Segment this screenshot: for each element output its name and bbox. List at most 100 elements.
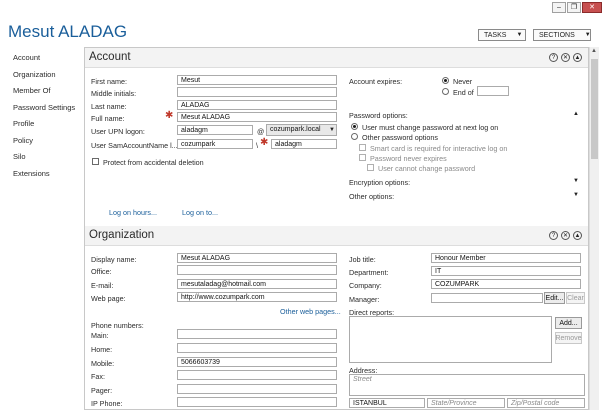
email-label: E-mail: <box>91 281 114 290</box>
chevron-down-icon: ▼ <box>516 32 523 38</box>
zip-field[interactable]: Zip/Postal code <box>507 398 585 408</box>
nav-item-silo[interactable]: Silo <box>13 152 75 169</box>
collapse-icon[interactable]: ▲ <box>573 53 582 62</box>
content-panel: Account ? ✕ ▲ First name: Mesut Middle i… <box>84 47 589 410</box>
vertical-scrollbar[interactable]: ▲ <box>589 47 599 410</box>
required-asterisk-icon: ✱ <box>165 110 174 121</box>
main-phone-field[interactable] <box>177 329 337 339</box>
scroll-thumb[interactable] <box>591 59 598 159</box>
sections-button[interactable]: SECTIONS ▼ <box>533 29 591 41</box>
account-section-title: Account <box>89 51 131 63</box>
department-field[interactable]: IT <box>431 266 581 276</box>
expires-never-radio[interactable] <box>442 77 449 84</box>
nav-item-organization[interactable]: Organization <box>13 70 75 87</box>
restore-icon[interactable]: ❐ <box>567 2 581 13</box>
sam-domain-field[interactable]: cozumpark <box>177 139 253 149</box>
account-section-header: Account ? ✕ ▲ <box>85 48 588 68</box>
organization-section-title: Organization <box>89 229 155 241</box>
password-never-expires-label: Password never expires <box>370 154 447 163</box>
job-title-field[interactable]: Honour Member <box>431 253 581 263</box>
help-icon[interactable]: ? <box>549 53 558 62</box>
full-name-label: Full name: <box>91 114 125 123</box>
expires-end-of-label: End of <box>453 88 474 97</box>
scroll-up-icon[interactable]: ▲ <box>591 48 597 54</box>
office-field[interactable] <box>177 265 337 275</box>
manager-edit-button[interactable]: Edit... <box>544 292 565 304</box>
fax-field[interactable] <box>177 370 337 380</box>
must-change-password-label: User must change password at next log on <box>362 123 499 132</box>
phone-numbers-label: Phone numbers: <box>91 321 144 330</box>
first-name-label: First name: <box>91 77 127 86</box>
web-page-field[interactable]: http://www.cozumpark.com <box>177 292 337 302</box>
street-placeholder: Street <box>353 376 372 383</box>
smart-card-checkbox[interactable] <box>359 144 366 151</box>
company-field[interactable]: COZUMPARK <box>431 279 581 289</box>
display-name-field[interactable]: Mesut ALADAG <box>177 253 337 263</box>
chevron-down-icon[interactable]: ▼ <box>573 192 579 198</box>
home-phone-field[interactable] <box>177 343 337 353</box>
first-name-field[interactable]: Mesut <box>177 75 337 85</box>
city-field[interactable]: ISTANBUL <box>349 398 425 408</box>
sam-account-label: User SamAccountName l... <box>91 141 178 150</box>
window-title: Mesut ALADAG <box>8 22 128 41</box>
direct-reports-list[interactable] <box>349 316 552 363</box>
ip-phone-field[interactable] <box>177 397 337 407</box>
help-icon[interactable]: ? <box>549 231 558 240</box>
nav-item-member-of[interactable]: Member Of <box>13 86 75 103</box>
upn-field[interactable]: aladagm <box>177 125 253 135</box>
nav-item-policy[interactable]: Policy <box>13 136 75 153</box>
mobile-label: Mobile: <box>91 359 115 368</box>
close-section-icon[interactable]: ✕ <box>561 231 570 240</box>
encryption-options-label: Encryption options: <box>349 178 411 187</box>
tasks-button[interactable]: TASKS ▼ <box>478 29 526 41</box>
other-password-options-radio[interactable] <box>351 133 358 140</box>
close-section-icon[interactable]: ✕ <box>561 53 570 62</box>
last-name-field[interactable]: ALADAG <box>177 100 337 110</box>
nav-item-profile[interactable]: Profile <box>13 119 75 136</box>
log-on-to-link[interactable]: Log on to... <box>182 208 218 217</box>
department-label: Department: <box>349 268 389 277</box>
state-field[interactable]: State/Province <box>427 398 505 408</box>
tasks-label: TASKS <box>484 31 507 39</box>
nav-item-password-settings[interactable]: Password Settings <box>13 103 75 120</box>
manager-clear-button[interactable]: Clear <box>566 292 585 304</box>
chevron-up-icon[interactable]: ▲ <box>573 111 579 117</box>
close-icon[interactable]: ✕ <box>582 2 602 13</box>
job-title-label: Job title: <box>349 255 376 264</box>
cannot-change-password-checkbox[interactable] <box>367 164 374 171</box>
nav-item-account[interactable]: Account <box>13 53 75 70</box>
upn-logon-label: User UPN logon: <box>91 127 145 136</box>
at-sign: @ <box>257 127 265 136</box>
upn-domain-select[interactable]: cozumpark.local <box>266 124 337 136</box>
protect-deletion-checkbox[interactable] <box>92 158 99 165</box>
sections-label: SECTIONS <box>539 31 575 39</box>
password-never-expires-checkbox[interactable] <box>359 154 366 161</box>
sam-separator: \ <box>256 141 258 150</box>
expiry-date-field[interactable] <box>477 86 509 96</box>
must-change-password-radio[interactable] <box>351 123 358 130</box>
main-phone-label: Main: <box>91 331 109 340</box>
sam-account-field[interactable]: aladagm <box>271 139 337 149</box>
section-nav: Account Organization Member Of Password … <box>13 53 75 185</box>
middle-initials-field[interactable] <box>177 87 337 97</box>
remove-direct-report-button[interactable]: Remove <box>555 332 582 344</box>
chevron-down-icon: ▼ <box>584 32 591 38</box>
expires-end-of-radio[interactable] <box>442 88 449 95</box>
chevron-down-icon: ▼ <box>329 127 335 133</box>
add-direct-report-button[interactable]: Add... <box>555 317 582 329</box>
manager-field[interactable] <box>431 293 543 303</box>
minimize-icon[interactable]: – <box>552 2 566 13</box>
mobile-field[interactable]: 5066603739 <box>177 357 337 367</box>
nav-item-extensions[interactable]: Extensions <box>13 169 75 186</box>
other-web-pages-link[interactable]: Other web pages... <box>280 307 341 316</box>
home-phone-label: Home: <box>91 345 113 354</box>
email-field[interactable]: mesutaladag@hotmail.com <box>177 279 337 289</box>
log-on-hours-link[interactable]: Log on hours... <box>109 208 157 217</box>
pager-field[interactable] <box>177 384 337 394</box>
collapse-icon[interactable]: ▲ <box>573 231 582 240</box>
street-field[interactable]: Street <box>349 374 585 396</box>
zip-placeholder: Zip/Postal code <box>511 400 560 407</box>
chevron-down-icon[interactable]: ▼ <box>573 178 579 184</box>
upn-domain-value: cozumpark.local <box>270 126 321 133</box>
full-name-field[interactable]: Mesut ALADAG <box>177 112 337 122</box>
